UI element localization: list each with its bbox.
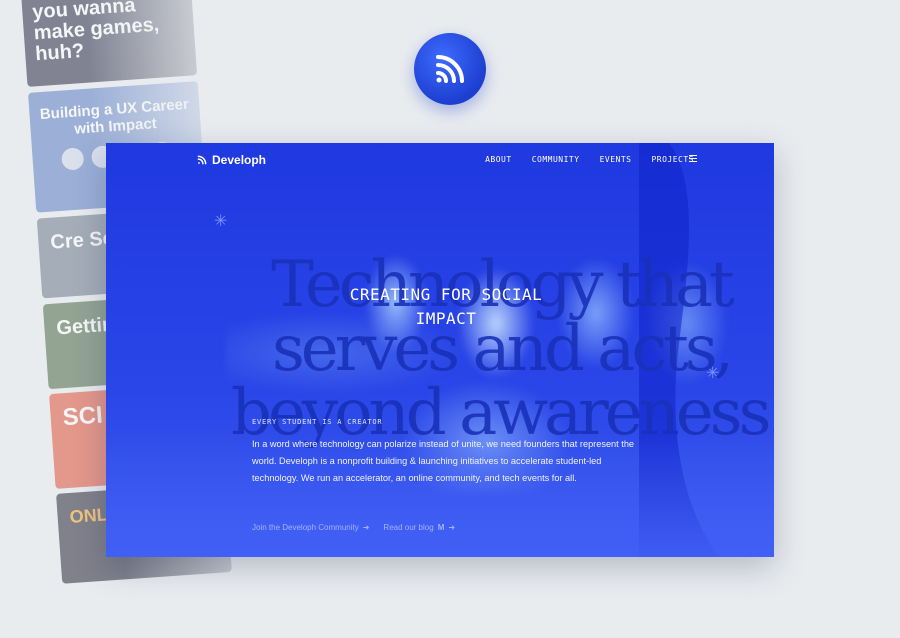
join-community-label: Join the Developh Community (252, 523, 359, 532)
logo-text: Developh (212, 153, 267, 167)
nav-links: ABOUT COMMUNITY EVENTS PROJECTS (485, 155, 694, 164)
nav-projects[interactable]: PROJECTS (651, 155, 694, 164)
headline-line-2: IMPACT (415, 309, 477, 328)
poster-three-title: Cre Se (49, 227, 115, 254)
hamburger-icon[interactable] (689, 155, 697, 164)
nav-about[interactable]: ABOUT (485, 155, 512, 164)
rss-icon (197, 155, 207, 165)
read-blog-link[interactable]: Read our blog M ➜ (383, 523, 455, 532)
avatar (60, 147, 85, 171)
arrow-right-icon: ➜ (362, 523, 370, 532)
nav-community[interactable]: COMMUNITY (532, 155, 580, 164)
nav-events[interactable]: EVENTS (600, 155, 632, 164)
hero-headline: CREATING FOR SOCIAL IMPACT (106, 283, 774, 331)
arrow-right-icon: ➜ (448, 523, 456, 532)
rss-icon (436, 55, 464, 83)
medium-icon: M (437, 523, 445, 532)
read-blog-label: Read our blog (383, 523, 434, 532)
poster-games: you wanna make games, huh? (21, 0, 198, 87)
hero-serif-background: Technology that serves and acts, beyond … (231, 253, 774, 445)
site-logo[interactable]: Developh (196, 153, 266, 167)
site-navbar: Developh ABOUT COMMUNITY EVENTS PROJECTS (106, 143, 774, 177)
hero-description: In a word where technology can polarize … (252, 439, 635, 483)
eyebrow-text: EVERY STUDENT IS A CREATOR (252, 418, 383, 426)
poster-games-title: you wanna make games, huh? (31, 0, 160, 66)
asterisk-icon: ✳ (214, 213, 228, 230)
website-preview: ✳ ✳ Technology that serves and acts, bey… (106, 143, 774, 557)
headline-line-1: CREATING FOR SOCIAL (349, 285, 543, 304)
poster-ux-title: Building a UX Career with Impact (39, 95, 190, 138)
developh-logo-badge (414, 33, 486, 105)
hero-ctas: Join the Developh Community ➜ Read our b… (252, 523, 455, 532)
join-community-link[interactable]: Join the Developh Community ➜ (252, 523, 369, 532)
